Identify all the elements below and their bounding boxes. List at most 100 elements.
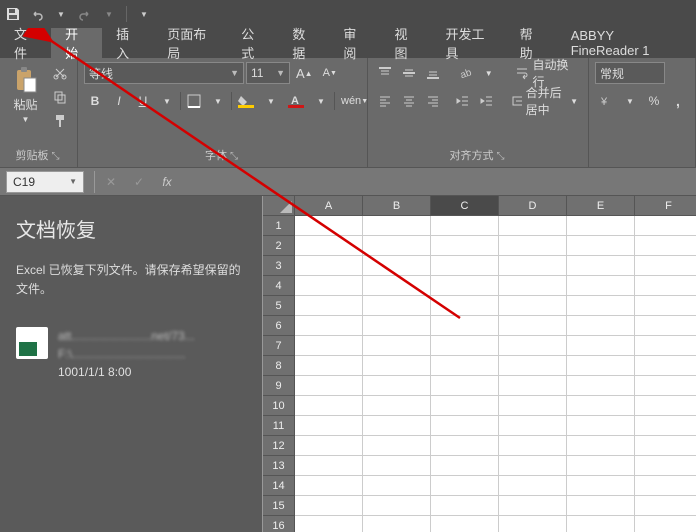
border-button[interactable] <box>183 90 205 112</box>
enter-formula-button[interactable]: ✓ <box>127 171 151 193</box>
customize-caret-icon[interactable]: ▼ <box>135 5 153 23</box>
cell[interactable] <box>431 336 499 356</box>
cell[interactable] <box>363 216 431 236</box>
cell[interactable] <box>431 376 499 396</box>
cell[interactable] <box>431 256 499 276</box>
copy-button[interactable] <box>49 86 71 108</box>
font-size-combo[interactable]: 11▼ <box>246 62 290 84</box>
align-top-button[interactable] <box>374 62 396 84</box>
cell[interactable] <box>295 216 363 236</box>
increase-indent-button[interactable] <box>476 90 498 112</box>
cell[interactable] <box>567 376 635 396</box>
cell[interactable] <box>499 436 567 456</box>
align-right-button[interactable] <box>422 90 444 112</box>
currency-button[interactable]: ¥ <box>595 90 617 112</box>
row-header[interactable]: 14 <box>263 476 295 496</box>
column-header[interactable]: B <box>363 196 431 216</box>
save-icon[interactable] <box>4 5 22 23</box>
row-header[interactable]: 12 <box>263 436 295 456</box>
cell[interactable] <box>295 516 363 532</box>
cell[interactable] <box>567 276 635 296</box>
merge-center-button[interactable]: 合并后居中 ▼ <box>508 90 582 112</box>
row-header[interactable]: 1 <box>263 216 295 236</box>
row-header[interactable]: 3 <box>263 256 295 276</box>
cell[interactable] <box>635 476 696 496</box>
cell[interactable] <box>635 416 696 436</box>
bold-button[interactable]: B <box>84 90 106 112</box>
cell[interactable] <box>431 516 499 532</box>
tab-file[interactable]: 文件 <box>0 28 51 58</box>
decrease-font-button[interactable]: A▼ <box>319 62 341 84</box>
cell[interactable] <box>567 216 635 236</box>
number-format-combo[interactable]: 常规 <box>595 62 665 84</box>
cell[interactable] <box>635 356 696 376</box>
font-name-combo[interactable]: 等线▼ <box>84 62 244 84</box>
cell[interactable] <box>567 236 635 256</box>
column-header[interactable]: C <box>431 196 499 216</box>
cell[interactable] <box>635 276 696 296</box>
underline-button[interactable]: U <box>132 90 154 112</box>
cell[interactable] <box>363 456 431 476</box>
dropdown-caret-icon[interactable]: ▼ <box>100 5 118 23</box>
row-header[interactable]: 16 <box>263 516 295 532</box>
fx-button[interactable]: fx <box>155 171 179 193</box>
row-header[interactable]: 9 <box>263 376 295 396</box>
align-center-button[interactable] <box>398 90 420 112</box>
column-header[interactable]: F <box>635 196 696 216</box>
cell[interactable] <box>295 276 363 296</box>
italic-button[interactable]: I <box>108 90 130 112</box>
cell[interactable] <box>431 356 499 376</box>
cell[interactable] <box>567 496 635 516</box>
comma-button[interactable]: , <box>667 90 689 112</box>
column-header[interactable]: A <box>295 196 363 216</box>
cell[interactable] <box>635 396 696 416</box>
tab-insert[interactable]: 插入 <box>102 28 153 58</box>
tab-help[interactable]: 帮助 <box>506 28 557 58</box>
cell[interactable] <box>431 416 499 436</box>
border-caret[interactable]: ▼ <box>207 90 229 112</box>
cell[interactable] <box>567 396 635 416</box>
cell[interactable] <box>431 316 499 336</box>
cell[interactable] <box>499 416 567 436</box>
cell[interactable] <box>295 336 363 356</box>
cell[interactable] <box>431 496 499 516</box>
tab-view[interactable]: 视图 <box>380 28 431 58</box>
cell[interactable] <box>295 236 363 256</box>
format-painter-button[interactable] <box>49 110 71 132</box>
tab-home[interactable]: 开始 <box>51 28 102 58</box>
cell[interactable] <box>363 496 431 516</box>
row-header[interactable]: 8 <box>263 356 295 376</box>
row-header[interactable]: 2 <box>263 236 295 256</box>
cell[interactable] <box>567 336 635 356</box>
cell[interactable] <box>363 396 431 416</box>
cancel-formula-button[interactable]: ✕ <box>99 171 123 193</box>
cell[interactable] <box>363 516 431 532</box>
row-header[interactable]: 10 <box>263 396 295 416</box>
font-color-button[interactable]: A <box>284 90 308 112</box>
align-bottom-button[interactable] <box>422 62 444 84</box>
row-header[interactable]: 11 <box>263 416 295 436</box>
tab-page-layout[interactable]: 页面布局 <box>153 28 227 58</box>
increase-font-button[interactable]: A▲ <box>292 62 317 84</box>
cell[interactable] <box>499 476 567 496</box>
currency-caret[interactable]: ▼ <box>619 90 641 112</box>
tab-review[interactable]: 审阅 <box>329 28 380 58</box>
tab-abbyy[interactable]: ABBYY FineReader 1 <box>557 28 696 58</box>
row-header[interactable]: 7 <box>263 336 295 356</box>
cell[interactable] <box>635 296 696 316</box>
recovery-item[interactable]: att........................net/73... F:\… <box>16 327 246 381</box>
cell[interactable] <box>363 316 431 336</box>
cell[interactable] <box>499 396 567 416</box>
cell[interactable] <box>635 436 696 456</box>
cell[interactable] <box>363 356 431 376</box>
cell[interactable] <box>363 336 431 356</box>
cell[interactable] <box>431 396 499 416</box>
fill-color-caret[interactable]: ▼ <box>260 90 282 112</box>
wrap-text-button[interactable]: 自动换行 <box>511 62 582 84</box>
cell[interactable] <box>295 496 363 516</box>
cell[interactable] <box>431 276 499 296</box>
cell[interactable] <box>567 516 635 532</box>
cell[interactable] <box>635 236 696 256</box>
cell[interactable] <box>567 456 635 476</box>
cell[interactable] <box>295 396 363 416</box>
